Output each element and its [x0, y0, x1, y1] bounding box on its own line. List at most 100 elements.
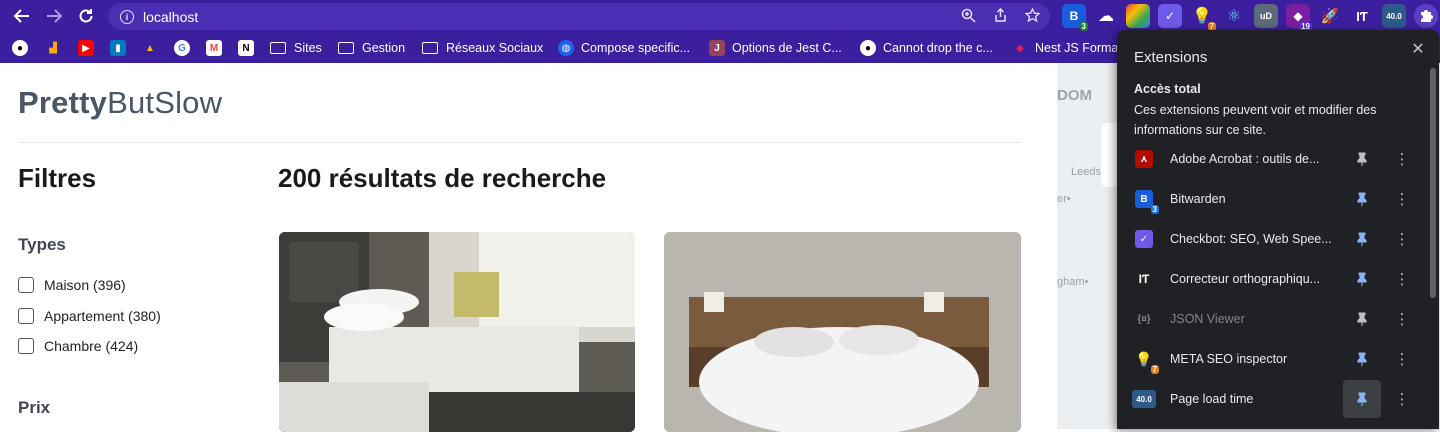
extension-item-meta-seo[interactable]: 💡 7 META SEO inspector ⋮: [1117, 339, 1425, 379]
filter-appartement[interactable]: Appartement (380): [18, 308, 161, 324]
checkbox[interactable]: [18, 277, 34, 293]
bedroom-photo: [664, 232, 1021, 432]
bookmark-nestjs[interactable]: ◆ Nest JS Forma: [1012, 39, 1118, 57]
extension-name: Checkbot: SEO, Web Spee...: [1170, 232, 1332, 246]
more-options-icon[interactable]: ⋮: [1392, 184, 1412, 214]
pin-icon[interactable]: [1343, 300, 1381, 338]
pin-icon-active[interactable]: [1343, 220, 1381, 258]
url-text[interactable]: localhost: [143, 9, 198, 25]
meta-seo-toolbar-icon[interactable]: 💡 7: [1190, 4, 1216, 31]
forward-button[interactable]: [40, 2, 68, 30]
site-info-icon[interactable]: i: [120, 9, 134, 24]
extension-item-checkbot[interactable]: ✓ Checkbot: SEO, Web Spee... ⋮: [1117, 219, 1425, 259]
bookmark-folder-sites[interactable]: Sites: [270, 39, 322, 57]
header-divider: [18, 142, 1022, 143]
json-viewer-icon: {¤}: [1137, 313, 1151, 325]
close-icon[interactable]: ✕: [1407, 38, 1429, 60]
rocket-icon[interactable]: 🚀: [1318, 4, 1342, 28]
jest-icon: J: [709, 40, 725, 56]
panel-scrollbar[interactable]: [1430, 68, 1436, 298]
pin-icon[interactable]: [1343, 140, 1381, 178]
more-options-icon[interactable]: ⋮: [1392, 224, 1412, 254]
folder-icon: [338, 42, 354, 54]
result-card-image[interactable]: [664, 232, 1021, 432]
checkbot-toolbar-icon[interactable]: ✓: [1158, 4, 1182, 28]
back-arrow-icon: [13, 9, 29, 23]
bookmark-jest-options[interactable]: J Options de Jest C...: [709, 39, 842, 57]
react-devtools-icon[interactable]: ⚛: [1222, 4, 1246, 28]
reload-icon: [79, 9, 93, 23]
reload-button[interactable]: [72, 2, 100, 30]
bookmark-notion[interactable]: N: [238, 39, 261, 57]
pin-icon-active[interactable]: [1343, 260, 1381, 298]
filter-maison[interactable]: Maison (396): [18, 277, 126, 293]
extension-item-json-viewer[interactable]: {¤} JSON Viewer ⋮: [1117, 299, 1425, 339]
pin-icon-active[interactable]: [1343, 340, 1381, 378]
page-load-time-toolbar-icon[interactable]: 40.0: [1382, 4, 1406, 28]
notion-icon: N: [238, 40, 254, 56]
more-options-icon[interactable]: ⋮: [1392, 144, 1412, 174]
result-card-image[interactable]: [279, 232, 635, 432]
bookmark-analytics[interactable]: ▟: [45, 39, 68, 57]
extension-name: JSON Viewer: [1170, 312, 1245, 326]
more-options-icon[interactable]: ⋮: [1392, 384, 1412, 414]
extension-item-page-load-time[interactable]: 40.0 Page load time ⋮: [1117, 379, 1425, 419]
hotel-room-photo: [279, 232, 635, 432]
extensions-puzzle-button[interactable]: [1414, 4, 1438, 28]
github-icon: ●: [12, 40, 28, 56]
back-button[interactable]: [8, 2, 36, 30]
checkbot-icon: ✓: [1135, 230, 1153, 248]
bitwarden-icon: B3: [1135, 190, 1159, 214]
bookmark-gmail[interactable]: M: [206, 39, 229, 57]
extensions-panel: Extensions ✕ Accès total Ces extensions …: [1117, 30, 1439, 429]
extension-item-adobe-acrobat[interactable]: ⋏ Adobe Acrobat : outils de... ⋮: [1117, 139, 1425, 179]
bookmark-folder-gestion[interactable]: Gestion: [338, 39, 405, 57]
checkbox[interactable]: [18, 338, 34, 354]
bookmark-label: Compose specific...: [581, 41, 691, 55]
share-icon[interactable]: [993, 7, 1008, 26]
address-bar[interactable]: i localhost: [108, 3, 1050, 30]
filters-title: Filtres: [18, 163, 97, 193]
colorful-extension-icon[interactable]: [1126, 4, 1150, 28]
site-logo[interactable]: PrettyButSlow: [18, 85, 222, 121]
filter-label: Chambre (424): [44, 338, 139, 354]
bookmark-folder-reseaux-sociaux[interactable]: Réseaux Sociaux: [422, 39, 543, 57]
bookmark-label: Réseaux Sociaux: [446, 41, 544, 55]
bookmark-google-drive[interactable]: ▲: [142, 39, 165, 57]
bookmark-github[interactable]: ●: [12, 39, 35, 57]
bookmark-label: Cannot drop the c...: [883, 41, 993, 55]
ublock-icon[interactable]: uD: [1254, 4, 1278, 28]
bitwarden-toolbar-icon[interactable]: B3: [1062, 4, 1088, 31]
pin-icon-active[interactable]: [1343, 380, 1381, 418]
pin-icon-active[interactable]: [1343, 180, 1381, 218]
map-view[interactable]: DOM Leeds er• gham•: [1057, 63, 1121, 429]
more-options-icon[interactable]: ⋮: [1392, 304, 1412, 334]
price-filter-title: Prix: [18, 398, 51, 417]
more-options-icon[interactable]: ⋮: [1392, 344, 1412, 374]
bookmark-cannot-drop[interactable]: ● Cannot drop the c...: [860, 39, 993, 57]
extension-name: Adobe Acrobat : outils de...: [1170, 152, 1320, 166]
bookmark-youtube[interactable]: ▶: [78, 39, 101, 57]
nestjs-icon: ◆: [1016, 42, 1024, 54]
zoom-icon[interactable]: [961, 8, 976, 26]
gmail-icon: M: [206, 40, 222, 56]
filter-chambre[interactable]: Chambre (424): [18, 338, 138, 354]
bookmark-label: Options de Jest C...: [732, 41, 842, 55]
extension-item-bitwarden[interactable]: B3 Bitwarden ⋮: [1117, 179, 1425, 219]
checkbox[interactable]: [18, 308, 34, 324]
logo-rest-text: ButSlow: [107, 85, 223, 120]
results-title: 200 résultats de recherche: [278, 163, 607, 193]
extension-item-languagetool[interactable]: IƬ Correcteur orthographiqu... ⋮: [1117, 259, 1425, 299]
bookmark-label: Gestion: [362, 41, 406, 55]
bookmark-trello[interactable]: ▮: [110, 39, 133, 57]
languagetool-toolbar-icon[interactable]: IƬ: [1350, 4, 1374, 28]
notifications-extension-icon[interactable]: ◆ 19: [1286, 4, 1312, 31]
google-drive-icon: ▲: [145, 42, 155, 54]
types-filter-title: Types: [18, 235, 66, 254]
browser-toolbar: i localhost B3 ☁ ✓ 💡 7 ⚛ uD ◆ 19 🚀 IƬ 40.0: [0, 0, 1440, 33]
cloud-icon[interactable]: ☁: [1094, 4, 1118, 28]
more-options-icon[interactable]: ⋮: [1392, 264, 1412, 294]
bookmark-compose-specific[interactable]: ◍ Compose specific...: [558, 39, 690, 57]
bookmark-google[interactable]: G: [174, 39, 197, 57]
bookmark-star-icon[interactable]: [1024, 7, 1041, 26]
